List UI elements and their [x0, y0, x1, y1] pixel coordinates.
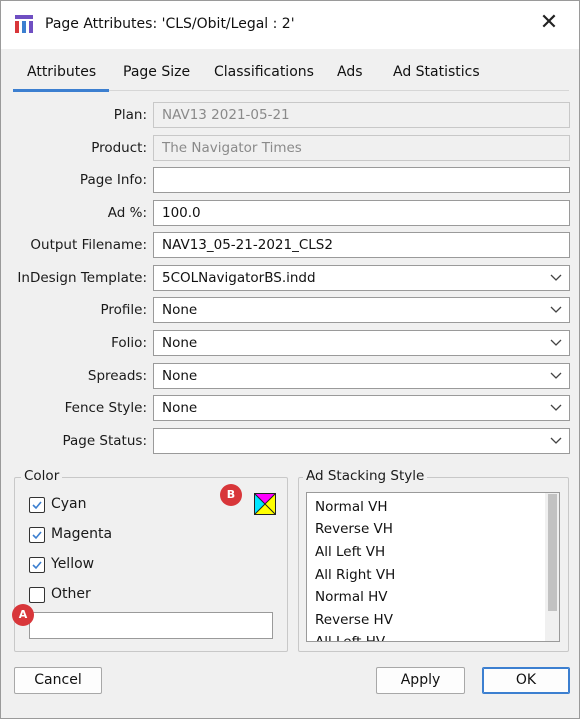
output-filename-input[interactable]: NAV13_05-21-2021_CLS2 — [153, 232, 570, 258]
ad-percent-input[interactable]: 100.0 — [153, 200, 570, 226]
chevron-down-icon — [549, 270, 563, 284]
ok-button[interactable]: OK — [482, 667, 570, 694]
product-field: The Navigator Times — [153, 135, 570, 161]
color-group-label: Color — [21, 468, 63, 484]
tab-attributes[interactable]: Attributes — [27, 64, 96, 80]
profile-value: None — [162, 302, 198, 318]
fence-style-select[interactable]: None — [153, 395, 570, 421]
selected-tab-indicator — [13, 89, 109, 92]
scrollbar-thumb[interactable] — [548, 494, 557, 611]
tab-page-size[interactable]: Page Size — [123, 64, 190, 80]
cyan-checkbox[interactable] — [29, 497, 45, 513]
cyan-label: Cyan — [51, 496, 87, 512]
apply-button[interactable]: Apply — [376, 667, 465, 694]
indesign-template-value: 5COLNavigatorBS.indd — [162, 270, 316, 286]
fence-style-value: None — [162, 400, 198, 416]
list-item[interactable]: All Right VH — [315, 567, 395, 583]
list-item[interactable]: Normal HV — [315, 589, 388, 605]
app-icon — [15, 15, 33, 33]
tab-bar: Attributes Page Size Classifications Ads… — [13, 51, 569, 91]
other-checkbox[interactable] — [29, 587, 45, 603]
list-item[interactable]: All Left HV — [315, 634, 385, 641]
cancel-button[interactable]: Cancel — [14, 667, 102, 694]
page-info-label: Page Info: — [79, 172, 147, 188]
plan-label: Plan: — [113, 107, 147, 123]
annotation-badge-a: A — [12, 604, 34, 626]
plan-field: NAV13 2021-05-21 — [153, 102, 570, 128]
chevron-down-icon — [549, 302, 563, 316]
spreads-label: Spreads: — [87, 368, 147, 384]
indesign-template-select[interactable]: 5COLNavigatorBS.indd — [153, 265, 570, 291]
chevron-down-icon — [549, 433, 563, 447]
output-filename-label: Output Filename: — [30, 237, 147, 253]
cmyk-swatch-icon[interactable] — [254, 493, 276, 515]
list-item[interactable]: Normal VH — [315, 499, 388, 515]
spreads-value: None — [162, 368, 198, 384]
yellow-label: Yellow — [51, 556, 95, 572]
spreads-select[interactable]: None — [153, 363, 570, 389]
list-scrollbar[interactable] — [545, 493, 559, 641]
yellow-checkbox[interactable] — [29, 557, 45, 573]
product-label: Product: — [91, 140, 147, 156]
fence-style-label: Fence Style: — [64, 400, 147, 416]
magenta-label: Magenta — [51, 526, 113, 542]
list-item[interactable]: Reverse VH — [315, 521, 393, 537]
magenta-checkbox[interactable] — [29, 527, 45, 543]
indesign-template-label: InDesign Template: — [17, 270, 147, 286]
chevron-down-icon — [549, 335, 563, 349]
title-bar: Page Attributes: 'CLS/Obit/Legal : 2' ✕ — [1, 1, 579, 49]
page-status-select[interactable] — [153, 428, 570, 454]
other-label: Other — [51, 586, 91, 602]
folio-label: Folio: — [111, 335, 147, 351]
page-info-input[interactable] — [153, 167, 570, 193]
ad-stacking-group-label: Ad Stacking Style — [303, 468, 428, 484]
folio-select[interactable]: None — [153, 330, 570, 356]
chevron-down-icon — [549, 400, 563, 414]
list-item[interactable]: All Left VH — [315, 544, 385, 560]
list-item[interactable]: Reverse HV — [315, 612, 393, 628]
page-attributes-dialog: Page Attributes: 'CLS/Obit/Legal : 2' ✕ … — [0, 0, 580, 719]
profile-label: Profile: — [100, 302, 147, 318]
tab-ads[interactable]: Ads — [337, 64, 363, 80]
folio-value: None — [162, 335, 198, 351]
ad-percent-label: Ad %: — [107, 205, 147, 221]
tab-ad-statistics[interactable]: Ad Statistics — [393, 64, 480, 80]
annotation-badge-b: B — [220, 484, 242, 506]
other-color-input[interactable] — [29, 612, 273, 639]
close-icon[interactable]: ✕ — [537, 11, 561, 35]
window-title: Page Attributes: 'CLS/Obit/Legal : 2' — [45, 16, 295, 32]
chevron-down-icon — [549, 368, 563, 382]
ad-stacking-list[interactable]: Normal VH Reverse VH All Left VH All Rig… — [306, 492, 560, 642]
page-status-label: Page Status: — [62, 433, 147, 449]
profile-select[interactable]: None — [153, 297, 570, 323]
tab-classifications[interactable]: Classifications — [214, 64, 314, 80]
